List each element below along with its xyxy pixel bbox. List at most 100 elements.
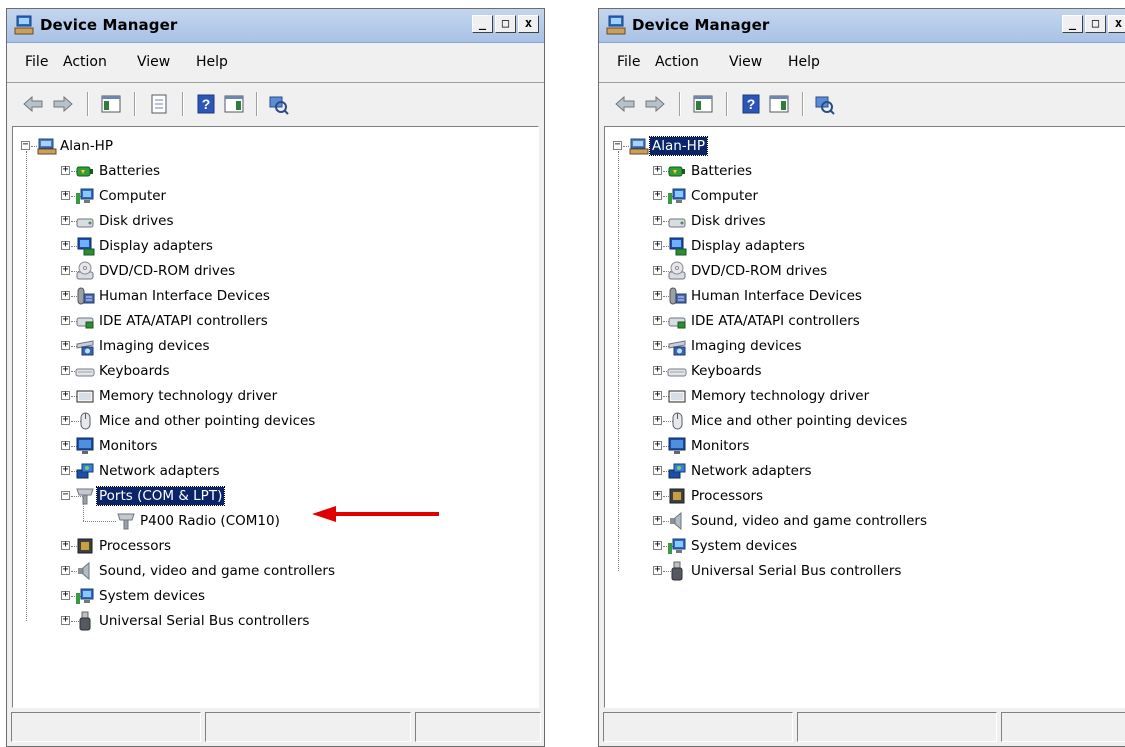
expand-icon[interactable]: + bbox=[61, 315, 70, 325]
tree-category-node[interactable]: + System devices bbox=[605, 534, 1125, 559]
tree-category-node[interactable]: + Sound, video and game controllers bbox=[605, 509, 1125, 534]
expand-icon[interactable]: + bbox=[61, 215, 70, 225]
close-button[interactable]: x bbox=[518, 15, 539, 33]
device-tree[interactable]: − Alan-HP + Batteries + Computer + Disk drives +… bbox=[604, 126, 1125, 708]
expand-icon[interactable]: + bbox=[653, 165, 662, 175]
tree-category-node[interactable]: + Display adapters bbox=[605, 234, 1125, 259]
tree-category-node[interactable]: + Monitors bbox=[605, 434, 1125, 459]
help-icon[interactable]: ? bbox=[194, 92, 218, 116]
minimize-button[interactable]: _ bbox=[472, 15, 493, 33]
tree-category-node[interactable]: + Keyboards bbox=[13, 359, 538, 384]
expand-icon[interactable]: + bbox=[61, 440, 70, 450]
expand-icon[interactable]: + bbox=[61, 390, 70, 400]
maximize-button[interactable]: □ bbox=[495, 15, 516, 33]
tree-category-node[interactable]: + Human Interface Devices bbox=[13, 284, 538, 309]
expand-icon[interactable]: + bbox=[653, 290, 662, 300]
tree-category-node[interactable]: + Display adapters bbox=[13, 234, 538, 259]
tree-category-node[interactable]: + Human Interface Devices bbox=[605, 284, 1125, 309]
maximize-button[interactable]: □ bbox=[1085, 15, 1106, 33]
title-bar[interactable]: Device Manager _ □ x bbox=[599, 9, 1125, 43]
menu-view[interactable]: View bbox=[137, 54, 170, 70]
menu-file[interactable]: File bbox=[617, 54, 640, 70]
tree-category-node[interactable]: + Sound, video and game controllers bbox=[13, 559, 538, 584]
properties-icon[interactable] bbox=[147, 92, 171, 116]
tree-category-node[interactable]: + Network adapters bbox=[605, 459, 1125, 484]
expand-icon[interactable]: + bbox=[61, 290, 70, 300]
scan-hardware-icon[interactable] bbox=[812, 92, 836, 116]
tree-category-node[interactable]: − Ports (COM & LPT) bbox=[13, 484, 538, 509]
expand-icon[interactable]: + bbox=[61, 565, 70, 575]
expand-icon[interactable]: + bbox=[61, 265, 70, 275]
tree-category-node[interactable]: + Batteries bbox=[13, 159, 538, 184]
expand-icon[interactable]: + bbox=[653, 415, 662, 425]
tree-root-node[interactable]: − Alan-HP bbox=[605, 134, 1125, 159]
expand-icon[interactable]: + bbox=[61, 165, 70, 175]
tree-category-node[interactable]: + Disk drives bbox=[605, 209, 1125, 234]
device-tree[interactable]: − Alan-HP + Batteries + Computer + Disk drives +… bbox=[12, 126, 539, 708]
action-pane-icon[interactable] bbox=[767, 92, 791, 116]
collapse-icon[interactable]: − bbox=[21, 140, 30, 150]
tree-category-node[interactable]: + IDE ATA/ATAPI controllers bbox=[605, 309, 1125, 334]
menu-help[interactable]: Help bbox=[196, 54, 228, 70]
expand-icon[interactable]: + bbox=[61, 465, 70, 475]
tree-root-node[interactable]: − Alan-HP bbox=[13, 134, 538, 159]
show-hide-tree-icon[interactable] bbox=[99, 92, 123, 116]
expand-icon[interactable]: + bbox=[653, 340, 662, 350]
expand-icon[interactable]: + bbox=[653, 365, 662, 375]
expand-icon[interactable]: + bbox=[653, 190, 662, 200]
menu-help[interactable]: Help bbox=[788, 54, 820, 70]
collapse-icon[interactable]: − bbox=[613, 140, 622, 150]
expand-icon[interactable]: + bbox=[61, 365, 70, 375]
tree-category-node[interactable]: + IDE ATA/ATAPI controllers bbox=[13, 309, 538, 334]
menu-action[interactable]: Action bbox=[655, 54, 699, 70]
tree-category-node[interactable]: + DVD/CD-ROM drives bbox=[605, 259, 1125, 284]
title-bar[interactable]: Device Manager _ □ x bbox=[7, 9, 544, 43]
tree-category-node[interactable]: + Batteries bbox=[605, 159, 1125, 184]
menu-action[interactable]: Action bbox=[63, 54, 107, 70]
expand-icon[interactable]: + bbox=[653, 465, 662, 475]
tree-device-node[interactable]: P400 Radio (COM10) bbox=[13, 497, 538, 534]
expand-icon[interactable]: + bbox=[653, 515, 662, 525]
tree-category-node[interactable]: + Imaging devices bbox=[605, 334, 1125, 359]
tree-category-node[interactable]: + Mice and other pointing devices bbox=[13, 409, 538, 434]
tree-category-node[interactable]: + Computer bbox=[605, 184, 1125, 209]
back-arrow-icon[interactable] bbox=[613, 92, 637, 116]
tree-category-node[interactable]: + Memory technology driver bbox=[13, 384, 538, 409]
scan-hardware-icon[interactable] bbox=[266, 92, 290, 116]
tree-category-node[interactable]: + Disk drives bbox=[13, 209, 538, 234]
forward-arrow-icon[interactable] bbox=[643, 92, 667, 116]
expand-icon[interactable]: + bbox=[61, 590, 70, 600]
help-icon[interactable]: ? bbox=[739, 92, 763, 116]
collapse-icon[interactable]: − bbox=[61, 490, 70, 500]
tree-category-node[interactable]: + Mice and other pointing devices bbox=[605, 409, 1125, 434]
minimize-button[interactable]: _ bbox=[1062, 15, 1083, 33]
expand-icon[interactable]: + bbox=[61, 340, 70, 350]
tree-category-node[interactable]: + Universal Serial Bus controllers bbox=[605, 559, 1125, 584]
expand-icon[interactable]: + bbox=[653, 540, 662, 550]
expand-icon[interactable]: + bbox=[653, 265, 662, 275]
menu-file[interactable]: File bbox=[25, 54, 48, 70]
expand-icon[interactable]: + bbox=[61, 240, 70, 250]
expand-icon[interactable]: + bbox=[653, 490, 662, 500]
tree-category-node[interactable]: + System devices bbox=[13, 584, 538, 609]
expand-icon[interactable]: + bbox=[61, 615, 70, 625]
tree-category-node[interactable]: + Network adapters bbox=[13, 459, 538, 484]
tree-category-node[interactable]: + Processors bbox=[605, 484, 1125, 509]
tree-category-node[interactable]: + Memory technology driver bbox=[605, 384, 1125, 409]
expand-icon[interactable]: + bbox=[653, 215, 662, 225]
expand-icon[interactable]: + bbox=[653, 390, 662, 400]
forward-arrow-icon[interactable] bbox=[51, 92, 75, 116]
tree-category-node[interactable]: + Processors bbox=[13, 534, 538, 559]
expand-icon[interactable]: + bbox=[61, 540, 70, 550]
action-pane-icon[interactable] bbox=[222, 92, 246, 116]
tree-category-node[interactable]: + Imaging devices bbox=[13, 334, 538, 359]
expand-icon[interactable]: + bbox=[61, 415, 70, 425]
expand-icon[interactable]: + bbox=[653, 240, 662, 250]
menu-view[interactable]: View bbox=[729, 54, 762, 70]
expand-icon[interactable]: + bbox=[653, 565, 662, 575]
show-hide-tree-icon[interactable] bbox=[691, 92, 715, 116]
back-arrow-icon[interactable] bbox=[21, 92, 45, 116]
close-button[interactable]: x bbox=[1108, 15, 1125, 33]
tree-category-node[interactable]: + DVD/CD-ROM drives bbox=[13, 259, 538, 284]
tree-category-node[interactable]: + Monitors bbox=[13, 434, 538, 459]
